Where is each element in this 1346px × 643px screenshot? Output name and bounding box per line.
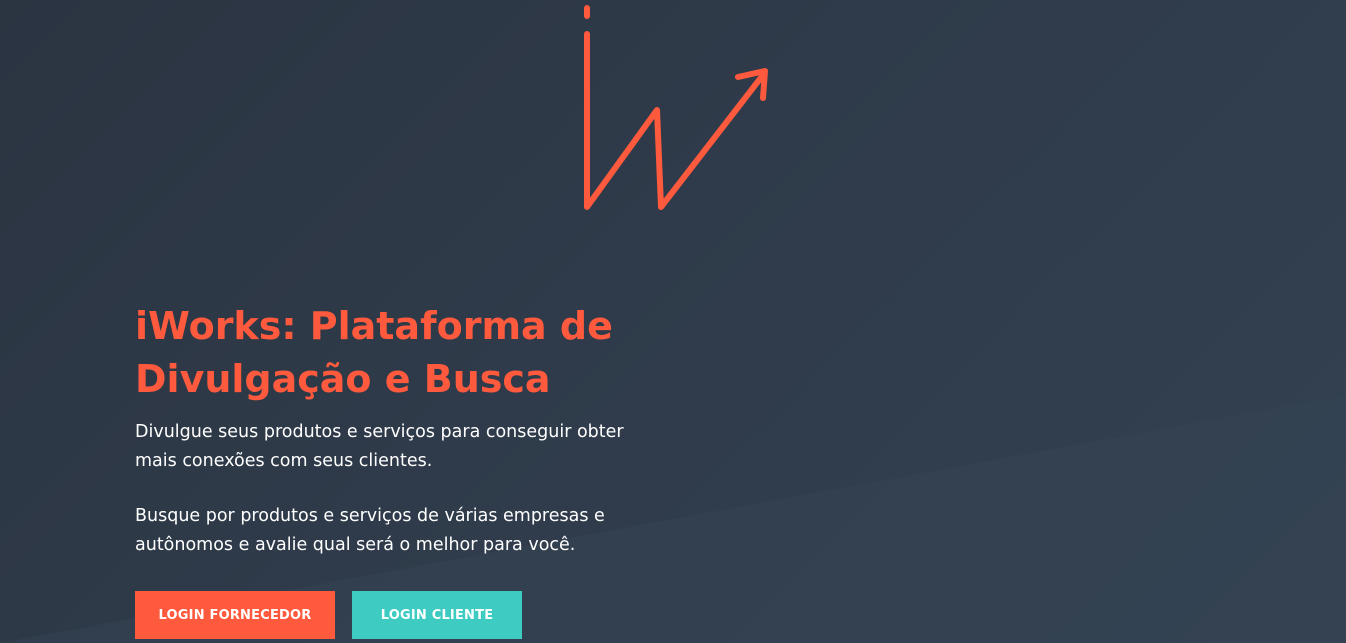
login-cliente-button[interactable]: LOGIN CLIENTE — [352, 591, 522, 639]
page-title: iWorks: Plataforma de Divulgação e Busca — [135, 300, 655, 406]
title-line-2: Divulgação e Busca — [135, 357, 551, 401]
hero-section: iWorks: Plataforma de Divulgação e Busca… — [135, 300, 655, 560]
login-buttons: LOGIN FORNECEDOR LOGIN CLIENTE — [135, 591, 522, 639]
iworks-arrow-logo-icon — [584, 5, 768, 210]
title-line-1: iWorks: Plataforma de — [135, 304, 613, 348]
hero-description-cliente: Busque por produtos e serviços de várias… — [135, 506, 605, 555]
login-fornecedor-button[interactable]: LOGIN FORNECEDOR — [135, 591, 335, 639]
hero-description-fornecedor: Divulgue seus produtos e serviços para c… — [135, 422, 624, 471]
